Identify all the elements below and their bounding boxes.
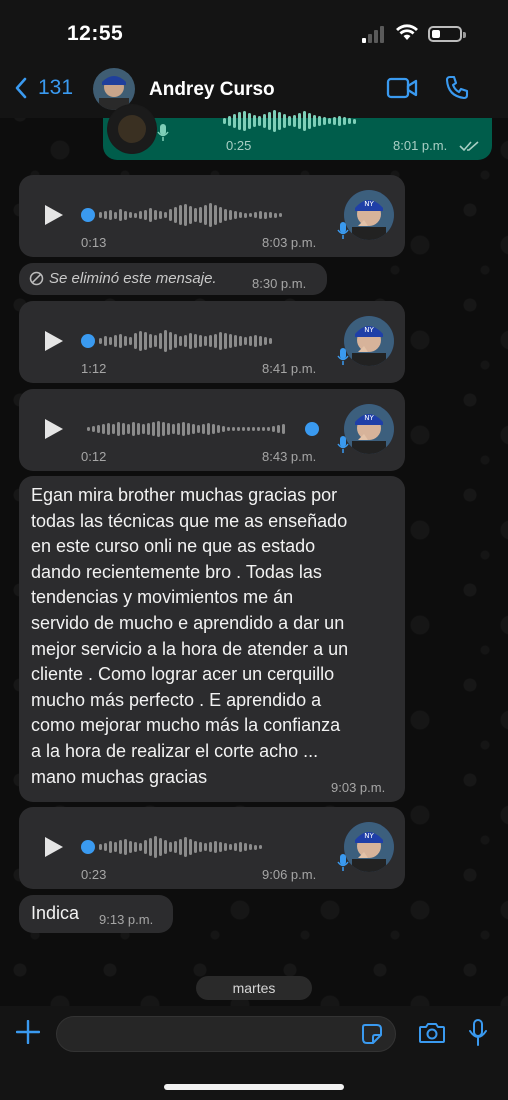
status-bar: 12:55	[0, 0, 508, 62]
playback-position-dot[interactable]	[305, 422, 319, 436]
compose-bar	[0, 1006, 508, 1100]
message-input[interactable]	[56, 1016, 396, 1052]
voice-waveform[interactable]	[99, 832, 262, 862]
microphone-icon	[337, 436, 349, 453]
message-time: 9:13 p.m.	[99, 912, 154, 927]
deleted-message-text: Se eliminó este mensaje.	[49, 270, 217, 287]
voice-waveform[interactable]	[99, 326, 272, 356]
message-time: 8:41 p.m.	[262, 361, 317, 376]
sticker-icon[interactable]	[361, 1023, 383, 1045]
voice-duration: 1:12	[81, 361, 107, 376]
home-indicator	[164, 1084, 344, 1090]
voice-sender-avatar: NY	[344, 316, 394, 366]
blocked-icon	[29, 271, 44, 286]
play-icon[interactable]	[45, 331, 63, 351]
wifi-icon	[396, 24, 418, 40]
message-time: 8:03 p.m.	[262, 235, 317, 250]
play-icon[interactable]	[45, 419, 63, 439]
voice-waveform[interactable]	[99, 200, 282, 230]
contact-name[interactable]: Andrey Curso	[149, 79, 275, 101]
message-time: 9:06 p.m.	[262, 867, 317, 882]
play-icon[interactable]	[45, 837, 63, 857]
deleted-message[interactable]: Se eliminó este mensaje. 8:30 p.m.	[19, 263, 327, 295]
message-text: Indica	[31, 903, 80, 923]
video-camera-icon[interactable]	[386, 76, 418, 100]
voice-sender-avatar	[107, 104, 157, 154]
microphone-icon	[337, 854, 349, 871]
date-separator: martes	[196, 976, 312, 1000]
unread-count: 131	[38, 76, 74, 99]
battery-icon	[428, 26, 466, 42]
camera-icon[interactable]	[418, 1021, 446, 1045]
text-message-incoming[interactable]: Egan mira brother muchas gracias por tod…	[19, 476, 405, 802]
message-time: 8:43 p.m.	[262, 449, 317, 464]
voice-message-incoming[interactable]: 0:23 9:06 p.m. NY	[19, 807, 405, 889]
message-time: 9:03 p.m.	[331, 780, 386, 795]
voice-message-incoming[interactable]: 1:12 8:41 p.m. NY	[19, 301, 405, 383]
voice-sender-avatar: NY	[344, 822, 394, 872]
back-button[interactable]: 131	[14, 76, 73, 100]
voice-duration: 0:13	[81, 235, 107, 250]
voice-waveform	[223, 106, 356, 136]
voice-message-incoming[interactable]: 0:12 8:43 p.m. NY	[19, 389, 405, 471]
svg-text:NY: NY	[364, 414, 374, 422]
voice-sender-avatar: NY	[344, 190, 394, 240]
voice-waveform[interactable]	[87, 414, 285, 444]
playback-position-dot[interactable]	[81, 208, 95, 222]
cellular-signal-icon	[362, 25, 388, 43]
microphone-icon[interactable]	[468, 1019, 488, 1047]
microphone-icon	[157, 124, 169, 141]
message-time: 8:30 p.m.	[252, 276, 307, 291]
plus-icon[interactable]	[16, 1020, 40, 1044]
voice-duration: 0:23	[81, 867, 107, 882]
svg-text:NY: NY	[364, 326, 374, 334]
phone-icon[interactable]	[444, 74, 470, 100]
back-chevron-icon	[15, 77, 27, 99]
voice-duration: 0:12	[81, 449, 107, 464]
double-check-icon	[459, 141, 479, 152]
voice-message-outgoing[interactable]: 0:25 8:01 p.m.	[103, 104, 492, 160]
svg-text:NY: NY	[364, 832, 374, 840]
microphone-icon	[337, 222, 349, 239]
message-time: 8:01 p.m.	[393, 138, 448, 153]
play-icon[interactable]	[45, 205, 63, 225]
playback-position-dot[interactable]	[81, 840, 95, 854]
status-time: 12:55	[67, 22, 124, 45]
voice-duration: 0:25	[226, 138, 252, 153]
playback-position-dot[interactable]	[81, 334, 95, 348]
message-text: Egan mira brother muchas gracias por tod…	[31, 485, 349, 787]
text-message-incoming[interactable]: Indica 9:13 p.m.	[19, 895, 173, 933]
svg-text:NY: NY	[364, 200, 374, 208]
microphone-icon	[337, 348, 349, 365]
voice-sender-avatar: NY	[344, 404, 394, 454]
voice-message-incoming[interactable]: 0:13 8:03 p.m. NY	[19, 175, 405, 257]
